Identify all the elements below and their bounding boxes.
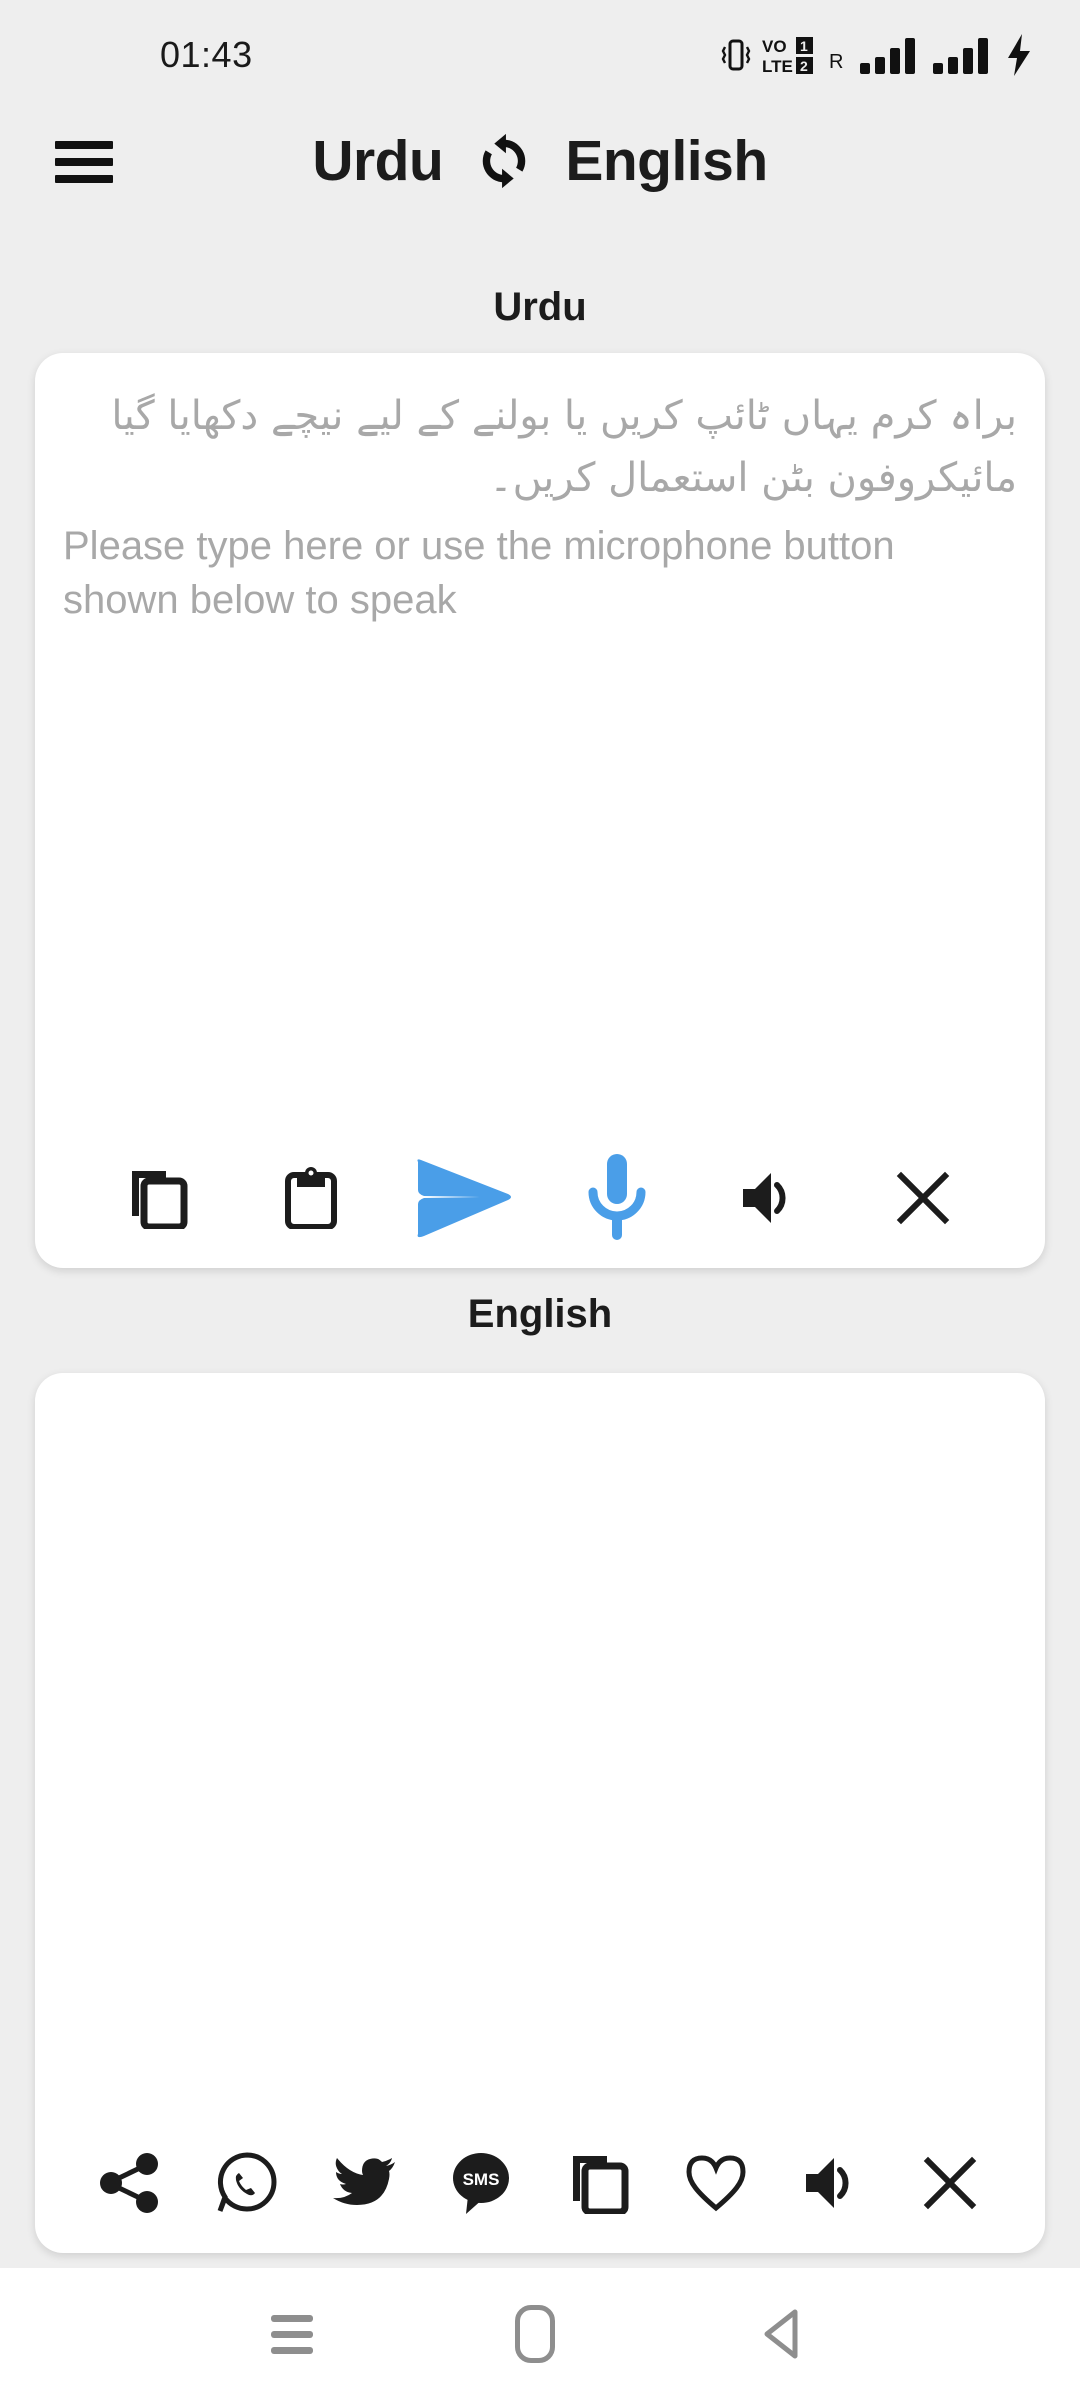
signal-bars-1	[860, 35, 922, 75]
sms-icon: SMS	[453, 2153, 510, 2214]
close-x-icon	[924, 2156, 977, 2210]
source-toolbar	[35, 1128, 1045, 1268]
recents-bar	[271, 2314, 313, 2322]
target-language-button[interactable]: English	[565, 128, 768, 194]
status-icons-group: VO LTE 1 2 R	[721, 34, 1032, 76]
twitter-icon	[333, 2158, 396, 2205]
source-language-button[interactable]: Urdu	[312, 128, 443, 194]
app-header: Urdu English	[0, 110, 1080, 225]
roaming-label: R	[829, 38, 849, 72]
paste-button[interactable]	[234, 1167, 387, 1229]
back-icon[interactable]	[757, 2306, 809, 2362]
source-panel-label: Urdu	[493, 285, 587, 329]
sms-label: SMS	[463, 2170, 500, 2189]
target-toolbar: SMS	[35, 2113, 1045, 2253]
recents-icon[interactable]	[271, 2314, 313, 2354]
close-x-icon	[896, 1171, 949, 1225]
recents-bar	[271, 2346, 313, 2354]
charging-bolt-icon	[1006, 34, 1032, 76]
sms-button[interactable]: SMS	[423, 2150, 540, 2216]
send-arrow-icon	[416, 1159, 511, 1238]
copy-icon	[131, 1171, 187, 1229]
heart-icon	[686, 2155, 746, 2212]
swap-languages-icon[interactable]	[473, 130, 535, 192]
speaker-icon	[742, 1173, 785, 1223]
volte-icon: VO LTE 1 2	[762, 34, 818, 76]
microphone-icon	[588, 1154, 645, 1240]
status-time: 01:43	[160, 34, 253, 75]
target-panel-label: English	[467, 1292, 613, 1336]
copy-button[interactable]	[540, 2152, 657, 2214]
copy-icon	[572, 2156, 629, 2214]
clear-button[interactable]	[892, 2155, 1009, 2211]
share-icon	[99, 2153, 158, 2213]
svg-text:2: 2	[800, 58, 808, 74]
whatsapp-icon	[217, 2152, 277, 2212]
source-placeholder-native: براہ کرم یہاں ٹائپ کریں یا بولنے کے لیے …	[111, 393, 1017, 501]
translate-button[interactable]	[387, 1156, 540, 1240]
source-text-card: براہ کرم یہاں ٹائپ کریں یا بولنے کے لیے …	[35, 353, 1045, 1268]
speak-button[interactable]	[693, 1169, 846, 1227]
app-screen: 01:43 VO LTE 1 2 R Urdu English Urdu برا…	[0, 0, 1080, 2400]
svg-text:1: 1	[800, 38, 808, 54]
favorite-button[interactable]	[657, 2154, 774, 2212]
volte-lte-text: LTE	[762, 57, 793, 76]
target-text-card: SMS	[35, 1373, 1045, 2253]
vibrate-icon	[721, 35, 751, 75]
android-nav-bar	[0, 2268, 1080, 2400]
microphone-button[interactable]	[540, 1152, 693, 1244]
source-placeholder-english: Please type here or use the microphone b…	[63, 524, 895, 622]
signal-bars-2	[933, 35, 995, 75]
speak-button[interactable]	[775, 2154, 892, 2212]
target-text-output[interactable]	[35, 1373, 1045, 2113]
svg-text:R: R	[829, 51, 843, 72]
twitter-button[interactable]	[306, 2154, 423, 2212]
speaker-icon	[806, 2158, 849, 2208]
source-text-input[interactable]: براہ کرم یہاں ٹائپ کریں یا بولنے کے لیے …	[35, 353, 1045, 1128]
volte-vo-text: VO	[762, 37, 787, 56]
copy-button[interactable]	[81, 1167, 234, 1229]
status-bar: 01:43 VO LTE 1 2 R	[0, 0, 1080, 110]
share-button[interactable]	[71, 2152, 188, 2214]
clipboard-icon	[284, 1167, 337, 1229]
whatsapp-button[interactable]	[188, 2151, 305, 2215]
recents-bar	[271, 2330, 313, 2338]
home-icon[interactable]	[515, 2305, 555, 2363]
clear-button[interactable]	[846, 1170, 999, 1226]
language-pair: Urdu English	[0, 128, 1080, 194]
